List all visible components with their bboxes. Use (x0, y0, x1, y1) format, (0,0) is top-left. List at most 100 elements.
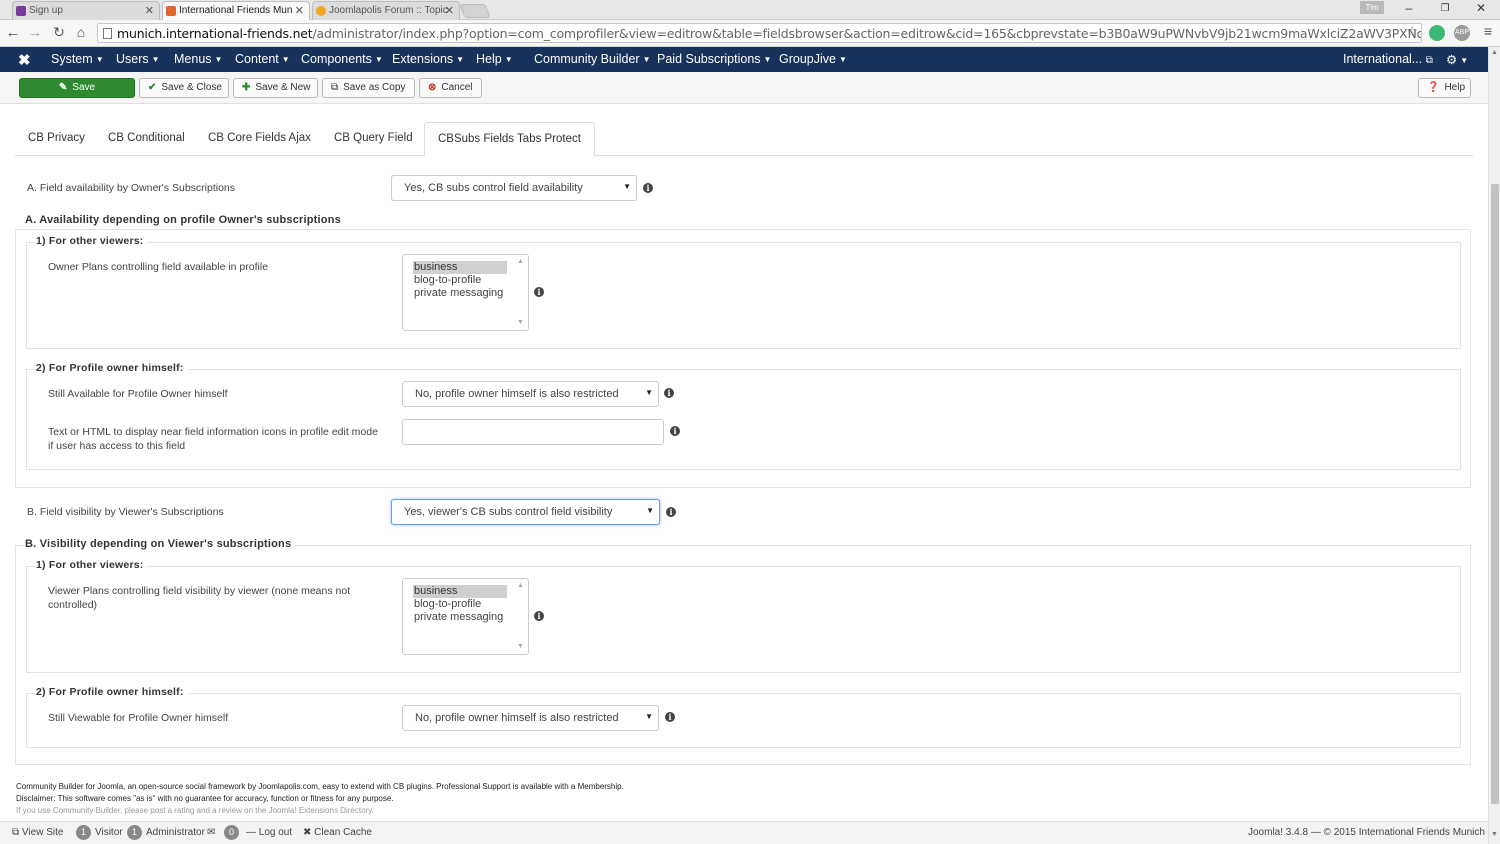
clean-cache-link[interactable]: ✖ Clean Cache (303, 827, 372, 838)
plan-option-business[interactable]: business (413, 261, 507, 274)
forward-arrow-icon[interactable]: → (26, 24, 44, 41)
field-visibility-label: B. Field visibility by Viewer's Subscrip… (27, 506, 224, 518)
scroll-down-icon[interactable]: ▼ (517, 643, 524, 650)
save-button[interactable]: ✎ Save (19, 78, 135, 98)
close-tab-icon[interactable]: ✕ (145, 4, 154, 17)
extension-green-icon[interactable] (1429, 25, 1445, 41)
menu-extensions[interactable]: Extensions ▼ (392, 52, 464, 66)
settings-gear-icon[interactable]: ⚙ ▼ (1446, 52, 1468, 67)
footer-review-note: If you use Community Builder, please pos… (16, 806, 374, 815)
info-icon[interactable]: i (670, 426, 680, 436)
menu-help[interactable]: Help ▼ (476, 52, 513, 66)
address-bar-row: ← → ↻ ⌂ munich.international-friends.net… (0, 20, 1500, 47)
viewer-plans-listbox[interactable]: business blog-to-profile private messagi… (402, 578, 529, 655)
page-icon (103, 28, 112, 39)
scroll-up-icon[interactable]: ▲ (1491, 49, 1498, 56)
menu-community-builder[interactable]: Community Builder ▼ (534, 52, 651, 66)
scroll-up-icon[interactable]: ▲ (517, 258, 524, 265)
listbox-scrollbar[interactable]: ▲ ▼ (514, 256, 527, 329)
save-copy-button[interactable]: ⧉ Save as Copy (322, 78, 415, 98)
url-input[interactable]: munich.international-friends.net/adminis… (97, 23, 1422, 43)
site-link[interactable]: International... ⧉ (1343, 52, 1433, 66)
page-scrollbar[interactable]: ▲ ▼ (1488, 47, 1500, 844)
menu-menus[interactable]: Menus ▼ (174, 52, 222, 66)
browser-menu-icon[interactable]: ≡ (1479, 23, 1497, 39)
browser-user-badge[interactable]: Tim (1360, 1, 1384, 14)
new-tab-button[interactable] (459, 4, 491, 18)
footer-credits: Community Builder for Joomla, an open-so… (16, 782, 624, 791)
plus-icon: ✚ (242, 82, 251, 93)
tab-cb-query-field[interactable]: CB Query Field (321, 122, 426, 156)
menu-users[interactable]: Users ▼ (116, 52, 160, 66)
scroll-down-icon[interactable]: ▼ (517, 319, 524, 326)
close-tab-icon[interactable]: ✕ (445, 4, 454, 17)
help-button[interactable]: ❓ Help (1418, 78, 1471, 98)
plan-option-business[interactable]: business (413, 585, 507, 598)
tab-cb-privacy[interactable]: CB Privacy (15, 122, 98, 156)
info-icon[interactable]: i (665, 712, 675, 722)
adblock-icon[interactable]: ABP (1454, 25, 1470, 41)
tab-cb-core-fields-ajax[interactable]: CB Core Fields Ajax (195, 122, 324, 156)
plan-option-blog-to-profile[interactable]: blog-to-profile (413, 274, 507, 287)
field-availability-label: A. Field availability by Owner's Subscri… (27, 182, 236, 194)
field-availability-select[interactable]: Yes, CB subs control field availability ▼ (391, 175, 637, 201)
still-available-label: Still Available for Profile Owner himsel… (48, 388, 228, 400)
menu-components[interactable]: Components ▼ (301, 52, 383, 66)
cancel-icon: ⊗ (428, 82, 437, 93)
joomla-favicon-icon (166, 6, 176, 16)
messages-icon[interactable]: ✉ (207, 827, 215, 838)
minimize-icon[interactable]: – (1394, 1, 1424, 15)
messages-indicator[interactable]: 0 (224, 825, 243, 840)
browser-tab-international-friends[interactable]: International Friends Mun ✕ (162, 1, 310, 20)
cancel-button[interactable]: ⊗ Cancel (419, 78, 482, 98)
home-icon[interactable]: ⌂ (72, 24, 90, 40)
info-icon[interactable]: i (666, 507, 676, 517)
access-text-label: Text or HTML to display near field infor… (48, 426, 378, 452)
save-new-button[interactable]: ✚ Save & New (233, 78, 318, 98)
menu-groupjive[interactable]: GroupJive ▼ (779, 52, 847, 66)
scroll-up-icon[interactable]: ▲ (517, 582, 524, 589)
logout-link[interactable]: — Log out (246, 827, 292, 838)
admin-badge: 1 (127, 825, 142, 840)
view-site-link[interactable]: ⧉ View Site (12, 827, 63, 838)
tab-cb-conditional[interactable]: CB Conditional (95, 122, 198, 156)
reload-icon[interactable]: ↻ (50, 24, 68, 41)
close-window-icon[interactable]: ✕ (1466, 1, 1496, 15)
save-close-button[interactable]: ✔ Save & Close (139, 78, 229, 98)
listbox-scrollbar[interactable]: ▲ ▼ (514, 580, 527, 653)
info-icon[interactable]: i (534, 611, 544, 621)
still-viewable-select[interactable]: No, profile owner himself is also restri… (402, 705, 659, 731)
availability-legend: A. Availability depending on profile Own… (25, 214, 345, 226)
browser-tab-title: International Friends Mun (179, 5, 293, 16)
toolbar: ✎ Save ✔ Save & Close ✚ Save & New ⧉ Save as… (0, 72, 1488, 104)
menu-system[interactable]: System ▼ (51, 52, 104, 66)
select-value: Yes, viewer's CB subs control field visi… (404, 506, 613, 518)
info-icon[interactable]: i (643, 183, 653, 193)
menu-paid-subscriptions[interactable]: Paid Subscriptions ▼ (657, 52, 771, 66)
still-available-select[interactable]: No, profile owner himself is also restri… (402, 381, 659, 407)
info-icon[interactable]: i (664, 388, 674, 398)
plan-option-blog-to-profile[interactable]: blog-to-profile (413, 598, 507, 611)
plan-option-private-messaging[interactable]: private messaging (413, 287, 507, 300)
menu-content[interactable]: Content ▼ (235, 52, 290, 66)
back-arrow-icon[interactable]: ← (4, 24, 22, 41)
scroll-down-icon[interactable]: ▼ (1491, 831, 1498, 838)
scrollbar-thumb[interactable] (1491, 184, 1499, 804)
joomla-logo-icon[interactable]: ✖ (18, 51, 31, 69)
bookmark-star-icon[interactable]: ☆ (1403, 23, 1421, 40)
plan-option-private-messaging[interactable]: private messaging (413, 611, 507, 624)
info-icon[interactable]: i (534, 287, 544, 297)
visibility-legend: B. Visibility depending on Viewer's subs… (25, 538, 296, 550)
browser-tab-joomlapolis-forum[interactable]: Joomlapolis Forum :: Topic ✕ (312, 1, 460, 20)
availability-other-viewers-fieldset (26, 242, 1461, 349)
close-tab-icon[interactable]: ✕ (295, 4, 304, 17)
field-visibility-select[interactable]: Yes, viewer's CB subs control field visi… (391, 499, 660, 525)
owner-plans-listbox[interactable]: business blog-to-profile private messagi… (402, 254, 529, 331)
visitors-badge: 1 (76, 825, 91, 840)
visibility-other-viewers-legend: 1) For other viewers: (36, 559, 148, 571)
access-text-input[interactable] (402, 419, 664, 445)
restore-icon[interactable]: ❐ (1430, 3, 1460, 14)
tab-cbsubs-fields-tabs-protect[interactable]: CBSubs Fields Tabs Protect (424, 122, 595, 157)
select-value: Yes, CB subs control field availability (404, 182, 583, 194)
browser-tab-sign-up[interactable]: Sign up ✕ (12, 1, 160, 20)
